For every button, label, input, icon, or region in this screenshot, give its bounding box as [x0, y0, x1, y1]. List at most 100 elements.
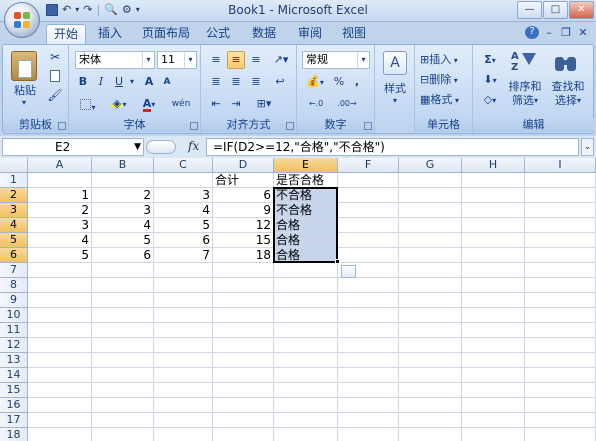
phonetic-button[interactable]: wén: [167, 95, 195, 113]
cell-c4[interactable]: 5: [154, 218, 212, 233]
font-launcher-icon[interactable]: [190, 122, 198, 130]
number-format-select[interactable]: 常规 ▾: [302, 51, 370, 69]
cell-a6[interactable]: 5: [28, 248, 91, 263]
cell-c6[interactable]: 7: [154, 248, 212, 263]
cell-b4[interactable]: 4: [92, 218, 153, 233]
font-size-dropdown-icon[interactable]: ▾: [184, 52, 196, 68]
align-center-button[interactable]: ≣: [227, 73, 245, 91]
orientation-button[interactable]: ↗▾: [269, 51, 293, 69]
cell-d6[interactable]: 18: [213, 248, 273, 263]
binoculars-icon[interactable]: [553, 51, 579, 75]
tab-insert[interactable]: 插入: [92, 24, 128, 44]
cell-c2[interactable]: 3: [154, 188, 212, 203]
column-header-a[interactable]: A: [28, 158, 92, 173]
format-painter-icon[interactable]: 🖌: [47, 87, 63, 103]
cell-b5[interactable]: 5: [92, 233, 153, 248]
tab-view[interactable]: 视图: [336, 24, 372, 44]
find-select-label-2[interactable]: 选择 ▾: [547, 93, 589, 107]
formula-input[interactable]: =IF(D2>=12,"合格","不合格"): [206, 138, 579, 156]
find-select-label-1[interactable]: 查找和: [547, 79, 589, 93]
select-all-corner[interactable]: [0, 158, 28, 173]
column-header-g[interactable]: G: [399, 158, 462, 173]
underline-dropdown-icon[interactable]: ▾: [127, 73, 137, 91]
tab-data[interactable]: 数据: [246, 24, 282, 44]
sort-filter-icon[interactable]: AZ: [511, 51, 536, 75]
font-color-button[interactable]: A▾: [137, 95, 161, 113]
name-box-dropdown-icon[interactable]: ▼: [134, 139, 141, 155]
insert-function-button[interactable]: fx: [188, 139, 199, 153]
row-header-3[interactable]: 3: [0, 203, 28, 218]
format-cells-button[interactable]: ▦格式 ▾: [419, 91, 471, 109]
worksheet-grid[interactable]: A B C D E F G H I 1 2 3 4 5 6 7 8 9 10 11 12 13 14 15 16 17 18 合计 是否…: [0, 158, 596, 441]
row-header-15[interactable]: 15: [0, 383, 28, 398]
percent-button[interactable]: %: [331, 73, 347, 91]
row-header-6[interactable]: 6: [0, 248, 28, 263]
wrap-text-button[interactable]: ↩: [269, 73, 291, 91]
cut-icon[interactable]: ✂: [47, 49, 63, 65]
paste-icon[interactable]: [11, 51, 37, 81]
close-button[interactable]: ✕: [569, 1, 594, 19]
cell-c5[interactable]: 6: [154, 233, 212, 248]
maximize-button[interactable]: □: [543, 1, 568, 19]
tab-review[interactable]: 审阅: [292, 24, 328, 44]
column-header-h[interactable]: H: [462, 158, 525, 173]
align-left-button[interactable]: ≣: [207, 73, 225, 91]
row-header-7[interactable]: 7: [0, 263, 28, 278]
row-header-4[interactable]: 4: [0, 218, 28, 233]
copy-icon[interactable]: [47, 68, 63, 84]
row-header-13[interactable]: 13: [0, 353, 28, 368]
column-header-i[interactable]: I: [525, 158, 596, 173]
column-header-d[interactable]: D: [213, 158, 274, 173]
accounting-button[interactable]: 💰▾: [302, 73, 328, 91]
borders-button[interactable]: ▾: [75, 95, 101, 113]
doc-close-icon[interactable]: ✕: [576, 26, 590, 39]
formula-cancel-enter-area[interactable]: [146, 140, 176, 154]
styles-dropdown-icon[interactable]: ▾: [388, 95, 402, 105]
row-header-1[interactable]: 1: [0, 173, 28, 188]
cell-d5[interactable]: 15: [213, 233, 273, 248]
paste-button[interactable]: 粘贴: [7, 83, 43, 97]
styles-button[interactable]: 样式: [375, 81, 415, 95]
doc-minimize-icon[interactable]: –: [542, 26, 556, 39]
doc-restore-icon[interactable]: ❐: [559, 26, 573, 39]
number-format-dropdown-icon[interactable]: ▾: [357, 52, 369, 68]
row-header-5[interactable]: 5: [0, 233, 28, 248]
help-icon[interactable]: ?: [525, 26, 539, 39]
align-middle-button[interactable]: ≡: [227, 51, 245, 69]
row-header-12[interactable]: 12: [0, 338, 28, 353]
row-header-8[interactable]: 8: [0, 278, 28, 293]
grow-font-button[interactable]: A: [141, 73, 157, 91]
sort-filter-label-2[interactable]: 筛选 ▾: [505, 93, 545, 107]
cell-d3[interactable]: 9: [213, 203, 273, 218]
cell-b6[interactable]: 6: [92, 248, 153, 263]
cell-c3[interactable]: 4: [154, 203, 212, 218]
decrease-decimal-button[interactable]: .00→: [333, 95, 361, 113]
autosum-button[interactable]: Σ▾: [477, 51, 503, 69]
align-top-button[interactable]: ≡: [207, 51, 225, 69]
cell-a4[interactable]: 3: [28, 218, 91, 233]
column-header-b[interactable]: B: [92, 158, 154, 173]
cell-e1[interactable]: 是否合格: [274, 173, 337, 188]
column-header-f[interactable]: F: [338, 158, 399, 173]
italic-button[interactable]: I: [93, 73, 109, 91]
alignment-launcher-icon[interactable]: [286, 122, 294, 130]
office-button[interactable]: [4, 2, 40, 38]
cell-d2[interactable]: 6: [213, 188, 273, 203]
name-box[interactable]: E2 ▼: [2, 138, 144, 156]
increase-indent-button[interactable]: ⇥: [227, 95, 245, 113]
clear-button[interactable]: ◇▾: [477, 91, 503, 109]
cell-b2[interactable]: 2: [92, 188, 153, 203]
row-header-17[interactable]: 17: [0, 413, 28, 428]
sort-filter-label-1[interactable]: 排序和: [505, 79, 545, 93]
row-header-2[interactable]: 2: [0, 188, 28, 203]
bold-button[interactable]: B: [75, 73, 91, 91]
styles-icon[interactable]: A: [383, 51, 407, 75]
fill-handle[interactable]: [335, 259, 340, 264]
shrink-font-button[interactable]: A: [159, 73, 175, 91]
paste-dropdown-icon[interactable]: ▾: [17, 97, 31, 107]
align-right-button[interactable]: ≣: [247, 73, 265, 91]
font-name-dropdown-icon[interactable]: ▾: [142, 52, 154, 68]
insert-cells-button[interactable]: ⊞插入 ▾: [419, 51, 471, 69]
row-header-16[interactable]: 16: [0, 398, 28, 413]
merge-center-button[interactable]: ⊞▾: [249, 95, 279, 113]
